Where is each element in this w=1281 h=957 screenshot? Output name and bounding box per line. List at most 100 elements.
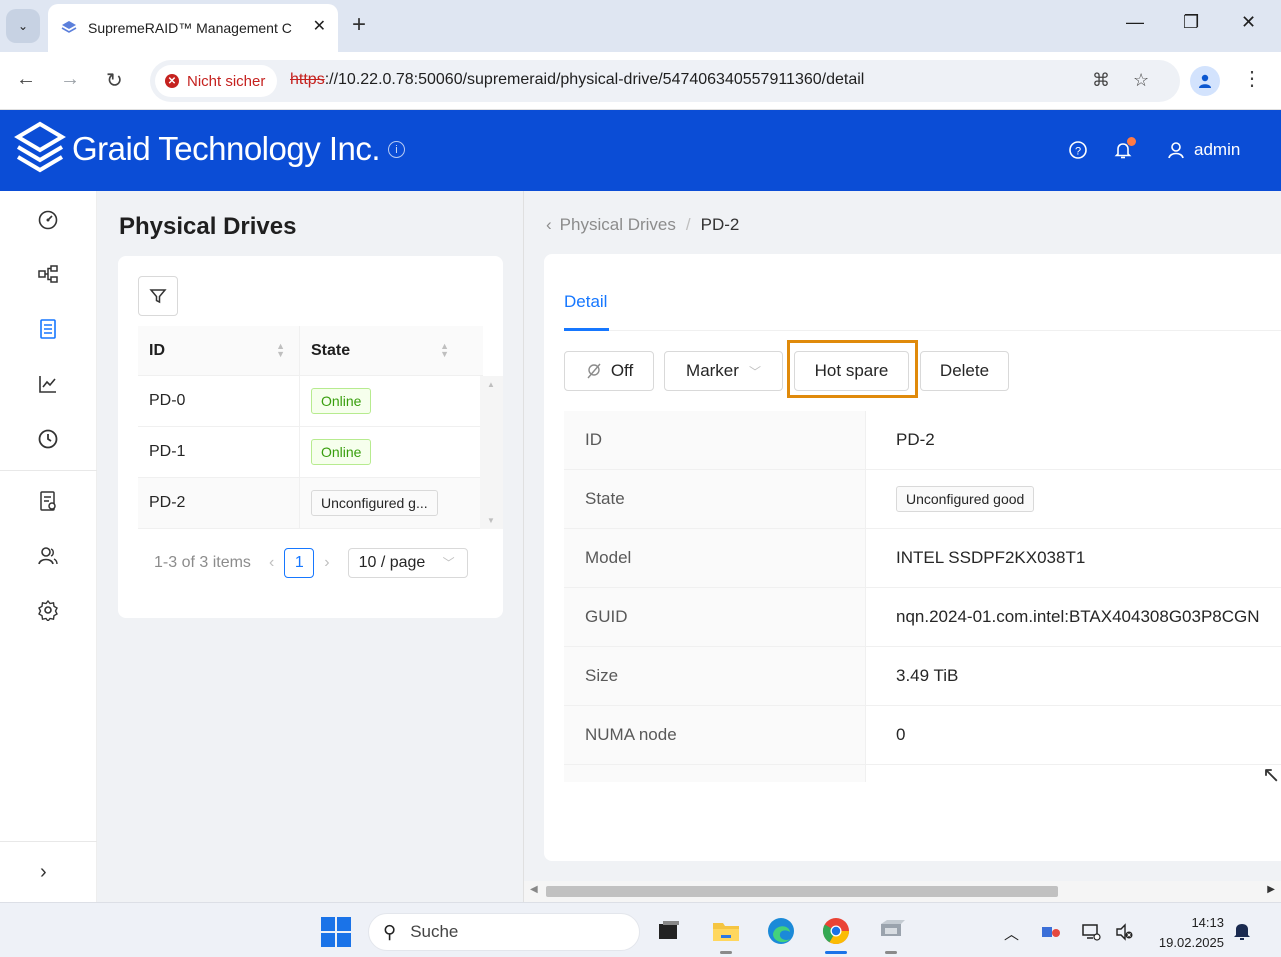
- notification-center-icon[interactable]: [1233, 921, 1251, 946]
- drive-properties: ID PD-2 State Unconfigured good Model IN…: [564, 411, 1281, 782]
- system-clock[interactable]: 14:13 19.02.2025: [1148, 913, 1224, 953]
- scroll-down-icon[interactable]: ▼: [487, 516, 495, 525]
- column-header-state[interactable]: State ▲ ▼: [300, 326, 483, 375]
- graid-logo-icon: [14, 121, 66, 173]
- sidebar-expand-icon[interactable]: ›: [40, 861, 47, 884]
- network-app-icon[interactable]: [874, 914, 908, 954]
- drive-state: Online: [300, 376, 460, 426]
- scroll-left-icon[interactable]: ◀: [530, 884, 538, 895]
- column-header-id[interactable]: ID ▲ ▼: [138, 326, 300, 375]
- led-off-button[interactable]: Off: [564, 351, 654, 391]
- restore-icon[interactable]: ❐: [1183, 12, 1199, 33]
- property-row: Size 3.49 TiB: [564, 647, 1281, 706]
- page-1-button[interactable]: 1: [284, 548, 315, 578]
- tab-search-button[interactable]: ⌄: [6, 9, 40, 43]
- drive-id: PD-0: [138, 376, 300, 426]
- back-chevron-icon[interactable]: ‹: [546, 215, 552, 235]
- pagination-total: 1-3 of 3 items: [154, 554, 251, 571]
- breadcrumb-current: PD-2: [700, 215, 740, 234]
- new-tab-icon[interactable]: +: [352, 12, 366, 38]
- tab-detail[interactable]: Detail: [564, 292, 607, 312]
- prev-page-icon[interactable]: ‹: [269, 554, 274, 572]
- app-header: Graid Technology Inc. i ? admin: [0, 110, 1281, 191]
- user-menu[interactable]: admin: [1166, 140, 1240, 160]
- property-value: 3.49 TiB: [896, 666, 959, 685]
- back-arrow-icon[interactable]: ←: [16, 68, 36, 91]
- license-document-icon[interactable]: [35, 488, 61, 514]
- scroll-right-icon[interactable]: ▶: [1267, 884, 1275, 895]
- table-header: ID ▲ ▼ State ▲ ▼: [138, 326, 483, 376]
- chrome-browser-icon[interactable]: [819, 914, 853, 954]
- browser-tab-active[interactable]: SupremeRAID™ Management C ✕: [48, 4, 338, 52]
- property-row: ID PD-2: [564, 411, 1281, 470]
- bookmark-star-icon[interactable]: ☆: [1133, 70, 1149, 91]
- property-row: NUMA node 0: [564, 706, 1281, 765]
- clock-time: 14:13: [1191, 915, 1224, 930]
- browser-menu-icon[interactable]: ⋮: [1242, 66, 1262, 91]
- profile-avatar-icon[interactable]: [1190, 66, 1220, 96]
- page-title: Physical Drives: [119, 213, 297, 240]
- property-label: Model: [564, 529, 866, 587]
- address-bar[interactable]: ✕ Nicht sicher https://10.22.0.78:50060/…: [150, 60, 1180, 102]
- table-row-selected[interactable]: PD-2 Unconfigured g...: [138, 478, 483, 529]
- forward-arrow-icon[interactable]: →: [60, 68, 80, 91]
- tab-active-indicator: [564, 328, 609, 331]
- filter-icon: [149, 289, 167, 304]
- warning-icon: ✕: [165, 74, 179, 88]
- taskbar: ⚲ Suche ︿ 14:13 19.02.2025: [0, 902, 1281, 957]
- drive-list-card: ID ▲ ▼ State ▲ ▼ PD-0 Online PD-1 Online P…: [118, 256, 503, 618]
- scrollbar-thumb[interactable]: [546, 886, 1058, 897]
- file-explorer-icon[interactable]: [709, 914, 743, 954]
- page-size-select[interactable]: 10 / page ﹀: [347, 548, 468, 578]
- status-badge: Unconfigured g...: [311, 490, 438, 516]
- username: admin: [1194, 140, 1241, 159]
- topology-icon[interactable]: [35, 261, 61, 287]
- translate-icon[interactable]: ⌘: [1092, 70, 1110, 91]
- info-icon[interactable]: i: [388, 141, 405, 158]
- scroll-up-icon[interactable]: ▲: [487, 380, 495, 389]
- minimize-icon[interactable]: —: [1126, 12, 1144, 33]
- performance-chart-icon[interactable]: [35, 371, 61, 397]
- settings-gear-icon[interactable]: [35, 597, 61, 623]
- window-close-icon[interactable]: ✕: [1241, 12, 1256, 33]
- dashboard-icon[interactable]: [35, 207, 61, 233]
- table-scrollbar[interactable]: ▲ ▼: [480, 376, 503, 529]
- task-view-icon[interactable]: [652, 914, 686, 948]
- sort-icon[interactable]: ▲ ▼: [276, 342, 285, 359]
- url-path: ://10.22.0.78:50060/supremeraid/physical…: [324, 71, 865, 88]
- delete-button[interactable]: Delete: [920, 351, 1009, 391]
- history-clock-icon[interactable]: [35, 426, 61, 452]
- edge-browser-icon[interactable]: [764, 914, 798, 948]
- chevron-down-icon: ﹀: [442, 556, 455, 570]
- tray-app-icon[interactable]: [1041, 923, 1061, 943]
- physical-drives-icon[interactable]: [35, 316, 61, 342]
- table-row[interactable]: PD-0 Online: [138, 376, 483, 427]
- security-chip[interactable]: ✕ Nicht sicher: [155, 65, 278, 97]
- brand-name: Graid Technology Inc.: [72, 130, 381, 167]
- property-value: PD-2: [896, 430, 935, 449]
- tab-close-icon[interactable]: ✕: [313, 16, 326, 36]
- user-icon: [1168, 142, 1184, 159]
- volume-muted-icon[interactable]: [1115, 923, 1135, 945]
- help-icon[interactable]: ?: [1068, 140, 1088, 165]
- browser-toolbar: ← → ↻ ✕ Nicht sicher https://10.22.0.78:…: [0, 52, 1281, 110]
- tray-overflow-chevron-icon[interactable]: ︿: [1004, 923, 1019, 944]
- filter-button[interactable]: [138, 276, 178, 316]
- sort-icon[interactable]: ▲ ▼: [440, 342, 449, 359]
- network-display-icon[interactable]: [1081, 923, 1101, 945]
- detail-tabs: Detail: [564, 254, 1281, 331]
- next-page-icon[interactable]: ›: [324, 554, 329, 572]
- horizontal-scrollbar[interactable]: ◀ ▶: [524, 881, 1281, 902]
- windows-start-icon[interactable]: [321, 917, 351, 947]
- url-text[interactable]: https://10.22.0.78:50060/supremeraid/phy…: [290, 71, 864, 89]
- users-icon[interactable]: [35, 543, 61, 569]
- drive-detail-panel: ‹ Physical Drives / PD-2 Detail Off Mark…: [524, 191, 1281, 902]
- clock-date: 19.02.2025: [1158, 935, 1224, 950]
- breadcrumb-parent[interactable]: Physical Drives: [560, 215, 676, 235]
- pagination: 1-3 of 3 items ‹ 1 › 10 / page ﹀: [154, 548, 468, 578]
- table-row[interactable]: PD-1 Online: [138, 427, 483, 478]
- drive-table: ID ▲ ▼ State ▲ ▼ PD-0 Online PD-1 Online P…: [138, 326, 503, 529]
- reload-icon[interactable]: ↻: [106, 68, 123, 93]
- marker-dropdown-button[interactable]: Marker ﹀: [664, 351, 783, 391]
- taskbar-search[interactable]: ⚲ Suche: [368, 913, 640, 951]
